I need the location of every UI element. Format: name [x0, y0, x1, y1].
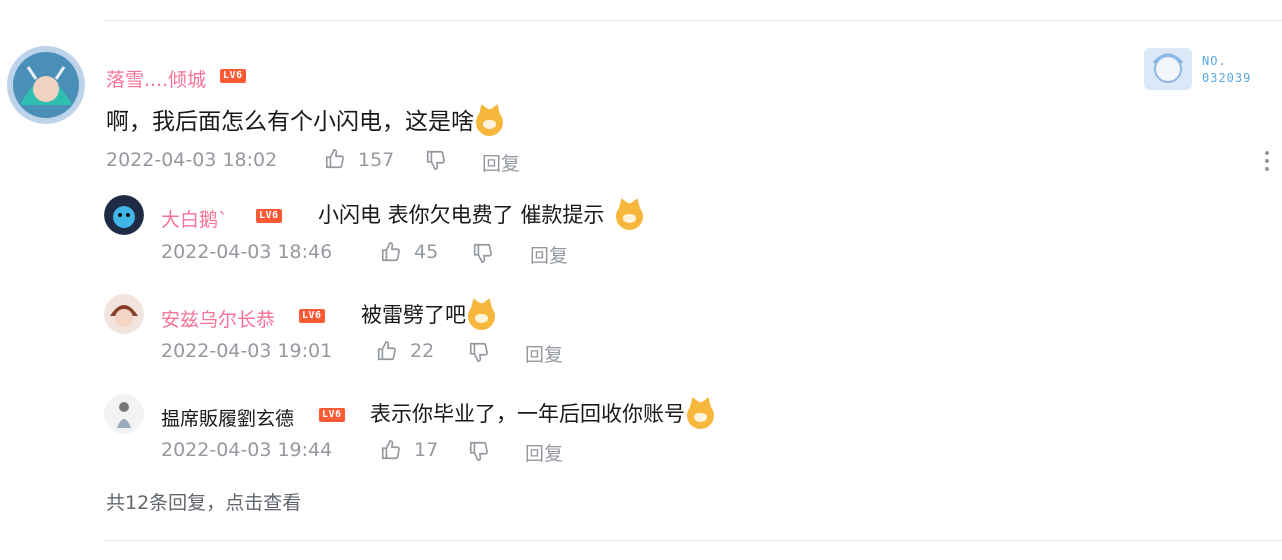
reply-text: 被雷劈了吧	[361, 299, 495, 330]
reply-count-text: 共12条回复，	[106, 492, 226, 514]
level-badge: LV6	[299, 309, 325, 323]
reply-avatar[interactable]	[104, 294, 144, 334]
comment-text-body: 啊，我后面怎么有个小闪电，这是啥	[106, 109, 474, 135]
reply-button[interactable]: 回复	[530, 241, 568, 268]
like-icon[interactable]	[380, 439, 402, 461]
comment-username[interactable]: 落雪....倾城	[106, 65, 206, 92]
level-badge: LV6	[319, 408, 345, 422]
reply-time: 2022-04-03 19:01	[161, 340, 333, 362]
reply-avatar[interactable]	[104, 195, 144, 235]
like-count: 17	[414, 439, 439, 461]
fan-badge-avatar-icon	[1144, 48, 1192, 90]
reply-text-body: 小闪电 表你欠电费了 催款提示	[318, 203, 605, 227]
dislike-icon[interactable]	[425, 149, 447, 171]
bottom-divider	[105, 540, 1282, 541]
reply-time: 2022-04-03 18:46	[161, 241, 333, 263]
like-count: 157	[358, 149, 395, 171]
cat-emoji-icon	[468, 302, 495, 330]
reply-button[interactable]: 回复	[525, 340, 563, 367]
fan-badge-number: NO. 032039	[1202, 53, 1251, 87]
view-replies: 共12条回复，点击查看	[106, 488, 301, 515]
avatar[interactable]	[6, 45, 86, 125]
more-options-icon[interactable]	[1264, 149, 1270, 173]
dislike-icon[interactable]	[468, 440, 490, 462]
like-icon[interactable]	[376, 340, 398, 362]
fan-badge-line1: NO.	[1202, 54, 1227, 68]
like-icon[interactable]	[380, 241, 402, 263]
like-count: 22	[410, 340, 435, 362]
reply-text: 表示你毕业了，一年后回收你账号	[370, 398, 714, 429]
fan-badge-line2: 032039	[1202, 71, 1252, 85]
reply-text-body: 表示你毕业了，一年后回收你账号	[370, 402, 685, 426]
level-badge: LV6	[256, 209, 282, 223]
comment-time: 2022-04-03 18:02	[106, 149, 278, 171]
reply-username[interactable]: 安兹乌尔长恭	[161, 305, 275, 332]
reply-time: 2022-04-03 19:44	[161, 439, 333, 461]
reply-text-body: 被雷劈了吧	[361, 303, 466, 327]
reply-username[interactable]: 揾席販履劉玄德	[161, 404, 294, 431]
reply-username[interactable]: 大白鹅`	[161, 205, 228, 232]
dislike-icon[interactable]	[468, 341, 490, 363]
fan-badge: NO. 032039	[1142, 45, 1274, 93]
reply-text: 小闪电 表你欠电费了 催款提示	[318, 199, 644, 230]
reply-button[interactable]: 回复	[525, 439, 563, 466]
reply-button[interactable]: 回复	[482, 149, 520, 176]
comment-text: 啊，我后面怎么有个小闪电，这是啥	[106, 102, 503, 136]
dislike-icon[interactable]	[472, 242, 494, 264]
like-icon[interactable]	[324, 148, 346, 170]
cat-emoji-icon	[687, 401, 714, 429]
level-badge: LV6	[220, 69, 246, 83]
top-divider	[105, 20, 1282, 21]
like-count: 45	[414, 241, 439, 263]
view-replies-link[interactable]: 点击查看	[225, 492, 301, 514]
cat-emoji-icon	[476, 109, 503, 136]
cat-emoji-icon	[616, 202, 644, 230]
reply-avatar[interactable]	[104, 394, 144, 434]
